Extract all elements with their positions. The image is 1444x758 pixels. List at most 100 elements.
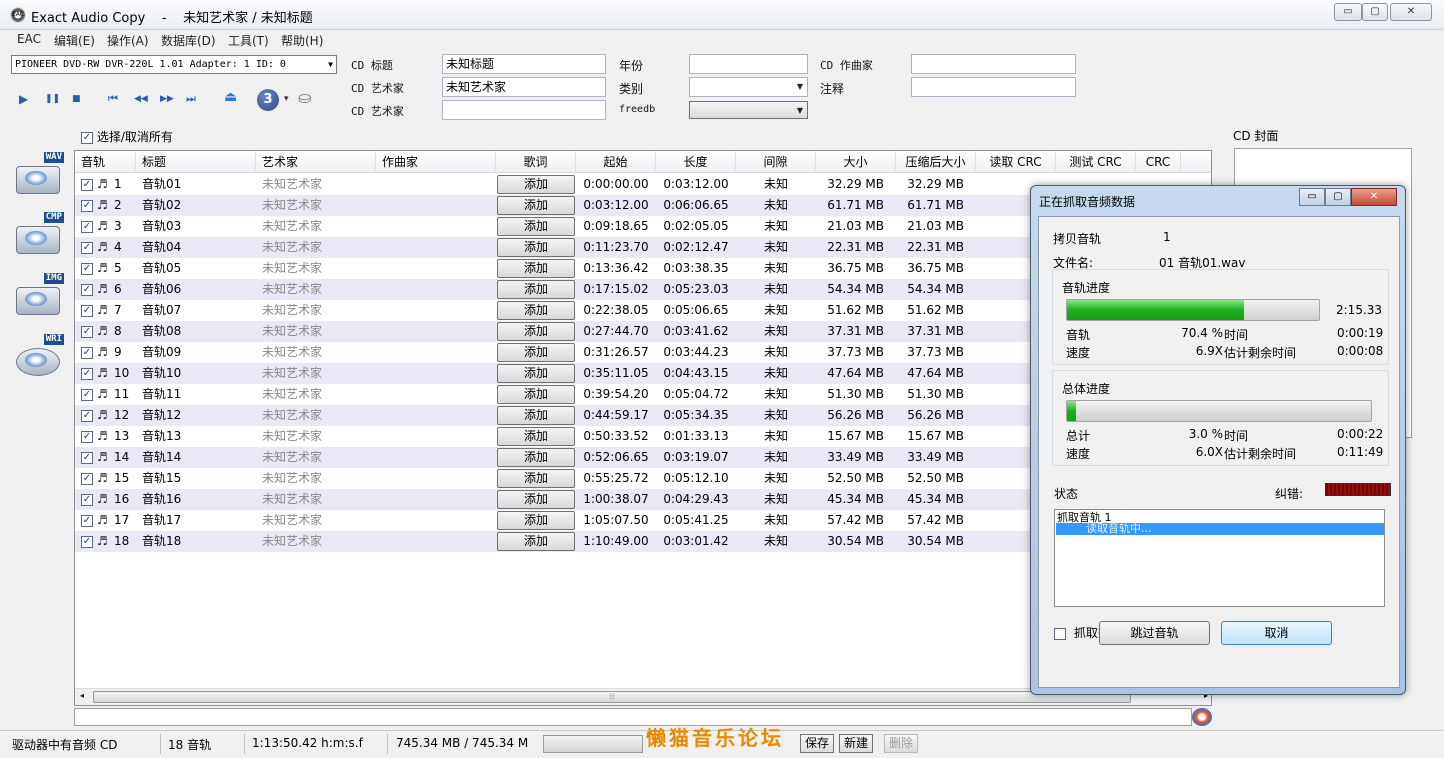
track-checkbox[interactable]: ✓ <box>81 430 93 443</box>
play-icon[interactable]: ▶ <box>19 92 28 106</box>
column-track[interactable]: 音轨 <box>75 151 136 173</box>
scrollbar-thumb[interactable]: ⦙⦙⦙ <box>93 691 1131 703</box>
cd-composer-field[interactable] <box>911 54 1076 74</box>
year-field[interactable] <box>689 54 808 74</box>
menu-edit[interactable]: 编辑(E) <box>54 32 95 49</box>
column-lyrics[interactable]: 歌词 <box>496 151 576 173</box>
dialog-restore-button[interactable]: ▢ <box>1325 188 1351 206</box>
delete-button[interactable]: 删除 <box>884 734 919 753</box>
cancel-button[interactable]: 取消 <box>1221 621 1332 645</box>
track-checkbox[interactable]: ✓ <box>81 304 93 317</box>
write-cd-button[interactable]: WRI <box>14 334 64 386</box>
menu-action[interactable]: 操作(A) <box>107 32 149 49</box>
stop-icon[interactable]: ■ <box>72 94 81 104</box>
add-lyrics-button[interactable]: 添加 <box>497 196 575 215</box>
column-size[interactable]: 大小 <box>816 151 896 173</box>
track-checkbox[interactable]: ✓ <box>81 241 93 254</box>
freedb-select[interactable]: ▼ <box>689 101 808 119</box>
column-test-crc[interactable]: 测试 CRC <box>1056 151 1136 173</box>
track-number: 17 <box>114 513 130 527</box>
track-checkbox[interactable]: ✓ <box>81 535 93 548</box>
add-lyrics-button[interactable]: 添加 <box>497 532 575 551</box>
music-note-icon: ♬ <box>97 366 108 380</box>
track-size-cell: 36.75 MB <box>827 261 884 275</box>
track-checkbox[interactable]: ✓ <box>81 451 93 464</box>
restore-button[interactable]: ▢ <box>1362 3 1388 21</box>
column-start[interactable]: 起始 <box>576 151 656 173</box>
track-checkbox[interactable]: ✓ <box>81 283 93 296</box>
add-lyrics-button[interactable]: 添加 <box>497 448 575 467</box>
skip-track-button[interactable]: 跳过音轨 <box>1099 621 1210 645</box>
track-checkbox[interactable]: ✓ <box>81 325 93 338</box>
add-lyrics-button[interactable]: 添加 <box>497 364 575 383</box>
column-crc[interactable]: CRC <box>1136 151 1181 173</box>
column-length[interactable]: 长度 <box>656 151 736 173</box>
add-lyrics-button[interactable]: 添加 <box>497 238 575 257</box>
cd-title-field[interactable]: 未知标题 <box>442 54 606 74</box>
column-compressed-size[interactable]: 压缩后大小 <box>896 151 976 173</box>
select-all-checkbox[interactable]: ✓ 选择/取消所有 <box>81 128 173 145</box>
track-checkbox[interactable]: ✓ <box>81 367 93 380</box>
drive-options-icon[interactable]: ⛀ <box>298 88 311 107</box>
track-checkbox[interactable]: ✓ <box>81 346 93 359</box>
track-checkbox[interactable]: ✓ <box>81 514 93 527</box>
last-track-icon[interactable]: ⏭ <box>186 92 196 106</box>
add-lyrics-button[interactable]: 添加 <box>497 469 575 488</box>
add-lyrics-button[interactable]: 添加 <box>497 259 575 278</box>
new-button[interactable]: 新建 <box>839 734 874 753</box>
add-lyrics-button[interactable]: 添加 <box>497 511 575 530</box>
column-title[interactable]: 标题 <box>136 151 256 173</box>
track-gap-cell: 未知 <box>763 387 788 401</box>
close-button[interactable]: ✕ <box>1390 3 1432 21</box>
add-lyrics-button[interactable]: 添加 <box>497 322 575 341</box>
drive-select[interactable]: PIONEER DVD-RW DVR-220L 1.01 Adapter: 1 … <box>11 55 337 74</box>
menu-eac[interactable]: EAC <box>17 32 41 46</box>
menu-help[interactable]: 帮助(H) <box>281 32 323 49</box>
track-checkbox[interactable]: ✓ <box>81 199 93 212</box>
dialog-minimize-button[interactable]: ▭ <box>1299 188 1325 206</box>
cd-artist2-field[interactable] <box>442 100 606 120</box>
track-checkbox[interactable]: ✓ <box>81 472 93 485</box>
column-gap[interactable]: 间隙 <box>736 151 816 173</box>
track-progress-time: 2:15.33 <box>1336 303 1383 317</box>
add-lyrics-button[interactable]: 添加 <box>497 175 575 194</box>
track-checkbox[interactable]: ✓ <box>81 178 93 191</box>
minimize-button[interactable]: ▭ <box>1334 3 1362 21</box>
column-artist[interactable]: 艺术家 <box>256 151 376 173</box>
add-lyrics-button[interactable]: 添加 <box>497 427 575 446</box>
column-composer[interactable]: 作曲家 <box>376 151 496 173</box>
comment-field[interactable] <box>911 77 1076 97</box>
menu-tools[interactable]: 工具(T) <box>228 32 269 49</box>
add-lyrics-button[interactable]: 添加 <box>497 217 575 236</box>
eject-icon[interactable]: ⏏ <box>224 89 237 105</box>
add-lyrics-button[interactable]: 添加 <box>497 343 575 362</box>
cd-artist-field[interactable]: 未知艺术家 <box>442 77 606 97</box>
track-checkbox[interactable]: ✓ <box>81 262 93 275</box>
track-checkbox[interactable]: ✓ <box>81 493 93 506</box>
copy-compressed-button[interactable]: CMP <box>14 212 64 264</box>
genre-select[interactable]: ▼ <box>689 77 808 97</box>
track-size-cell: 33.49 MB <box>827 450 884 464</box>
speed-dropdown-icon[interactable]: ▾ <box>284 94 289 104</box>
first-track-icon[interactable]: ⏮ <box>108 92 118 106</box>
speed-icon[interactable]: 3 <box>257 89 279 111</box>
track-checkbox[interactable]: ✓ <box>81 409 93 422</box>
copy-wav-button[interactable]: WAV <box>14 152 64 204</box>
track-checkbox[interactable]: ✓ <box>81 388 93 401</box>
status-log[interactable]: 抓取音轨 1 读取音轨中... <box>1054 509 1385 607</box>
add-lyrics-button[interactable]: 添加 <box>497 490 575 509</box>
menu-database[interactable]: 数据库(D) <box>161 32 216 49</box>
dialog-close-button[interactable]: ✕ <box>1351 188 1397 206</box>
add-lyrics-button[interactable]: 添加 <box>497 301 575 320</box>
track-checkbox[interactable]: ✓ <box>81 220 93 233</box>
add-lyrics-button[interactable]: 添加 <box>497 385 575 404</box>
previous-icon[interactable]: ◀◀ <box>134 94 148 104</box>
save-button[interactable]: 保存 <box>800 734 835 753</box>
pause-icon[interactable]: ❚❚ <box>45 94 60 104</box>
scroll-left-icon[interactable]: ◂ <box>80 691 84 700</box>
copy-image-button[interactable]: IMG <box>14 273 64 325</box>
next-icon[interactable]: ▶▶ <box>160 94 174 104</box>
column-read-crc[interactable]: 读取 CRC <box>976 151 1056 173</box>
add-lyrics-button[interactable]: 添加 <box>497 406 575 425</box>
add-lyrics-button[interactable]: 添加 <box>497 280 575 299</box>
